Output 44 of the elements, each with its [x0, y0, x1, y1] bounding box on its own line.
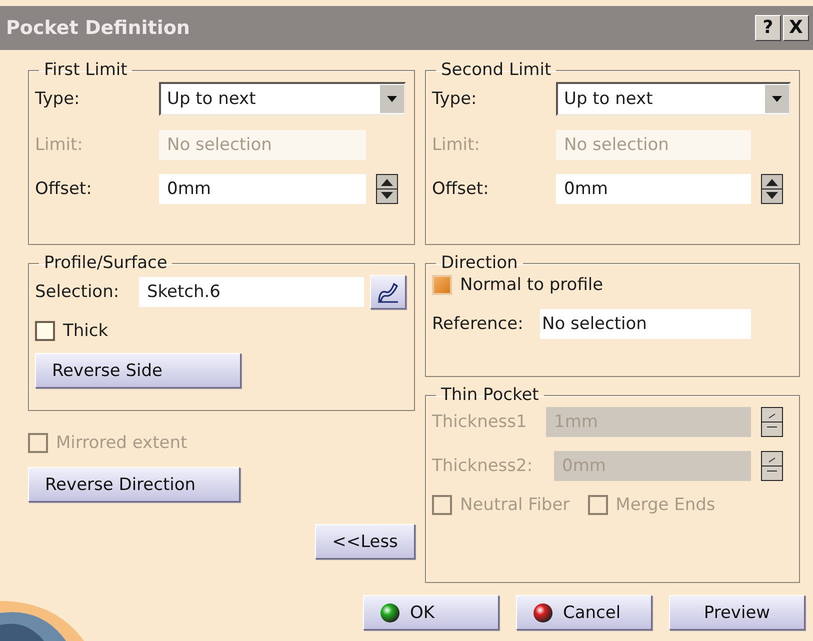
window-title: Pocket Definition	[6, 17, 190, 39]
selection-field[interactable]: Sketch.6	[139, 277, 364, 307]
field-label: Type:	[432, 89, 478, 109]
field-label: Thickness1	[432, 412, 528, 432]
group-title: Second Limit	[440, 60, 552, 80]
field-label: Type:	[35, 89, 81, 109]
reverse-direction-button[interactable]: Reverse Direction	[28, 467, 240, 502]
pencil-icon	[376, 280, 400, 304]
field-label: Limit:	[432, 135, 481, 155]
ball-icon	[380, 602, 400, 622]
sketch-button[interactable]	[370, 275, 406, 309]
group-title: Direction	[440, 253, 519, 273]
ball-icon	[533, 602, 553, 622]
checkbox-label: Mirrored extent	[56, 433, 188, 453]
offset-field[interactable]: 0mm	[159, 174, 366, 204]
field-label: Offset:	[35, 179, 93, 199]
checkbox[interactable]	[35, 321, 55, 341]
field-label: Reference:	[432, 314, 524, 334]
close-button[interactable]: X	[783, 15, 809, 41]
group-title: Profile/Surface	[43, 253, 168, 273]
checkbox-label: Thick	[63, 321, 108, 341]
field-label: Limit:	[35, 135, 84, 155]
group-title: Thin Pocket	[440, 385, 540, 405]
field-label: Selection:	[35, 282, 120, 302]
checkbox-label: Merge Ends	[616, 495, 716, 515]
spin-button[interactable]	[761, 174, 783, 204]
type-dropdown[interactable]: Up to next	[556, 82, 791, 116]
preview-button[interactable]: Preview	[669, 595, 805, 630]
spin-button[interactable]	[376, 174, 398, 204]
field-label: Thickness2:	[432, 456, 534, 476]
offset-field[interactable]: 0mm	[556, 174, 751, 204]
reverse-side-button[interactable]: Reverse Side	[35, 353, 241, 388]
field-label: Offset:	[432, 179, 490, 199]
less-button[interactable]: <<Less	[315, 524, 415, 559]
spin-button[interactable]	[761, 407, 783, 437]
help-button[interactable]: ?	[755, 15, 781, 41]
type-dropdown[interactable]: Up to next	[159, 82, 406, 116]
checkbox-label: Normal to profile	[460, 275, 604, 295]
reference-field[interactable]: No selection	[540, 309, 751, 339]
ok-button[interactable]: OK	[363, 595, 499, 630]
cancel-button[interactable]: Cancel	[516, 595, 652, 630]
group-title: First Limit	[43, 60, 128, 80]
checkbox-label: Neutral Fiber	[460, 495, 570, 515]
spin-button[interactable]	[761, 451, 783, 481]
